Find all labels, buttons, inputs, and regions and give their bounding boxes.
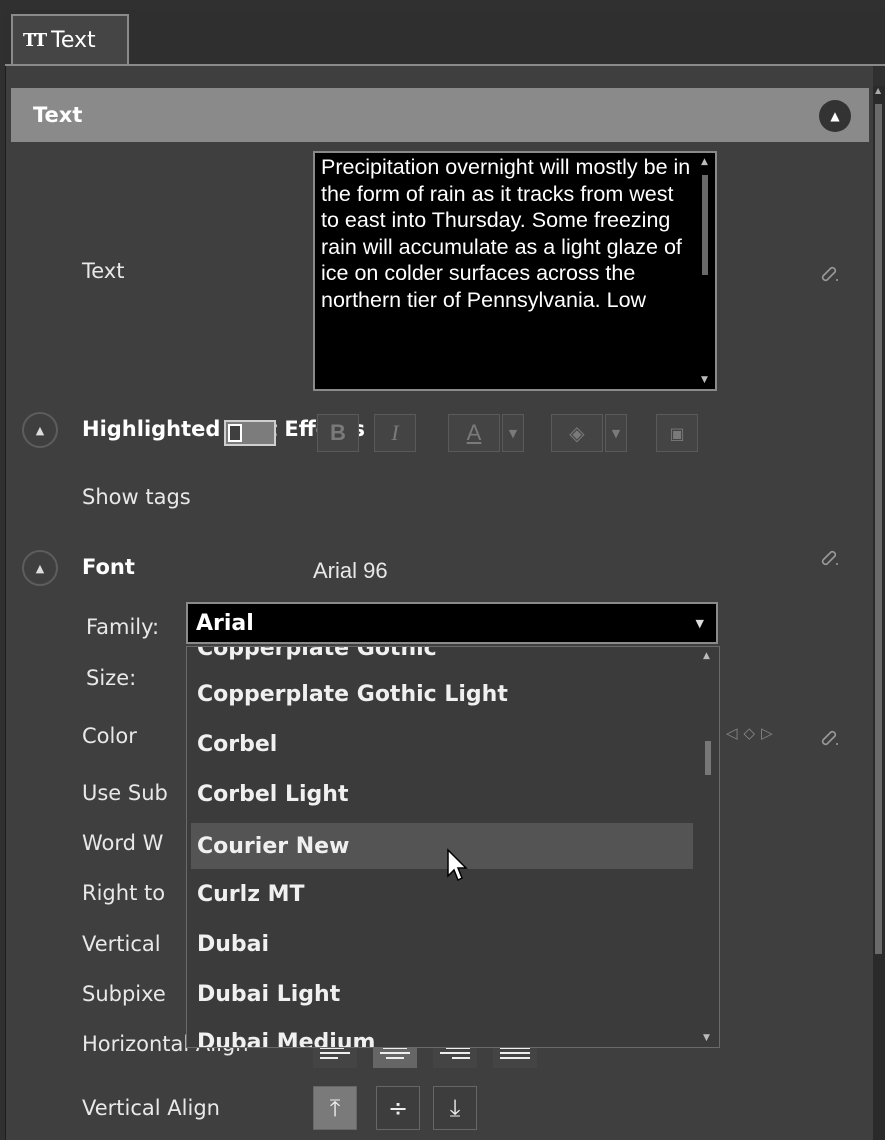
image-icon[interactable]: ▣ bbox=[656, 414, 698, 452]
font-color-button[interactable]: A bbox=[448, 414, 500, 452]
size-label: Size: bbox=[86, 666, 137, 690]
valign-top-button[interactable]: ⤒ bbox=[313, 1086, 357, 1130]
font-option[interactable]: Corbel Light bbox=[191, 771, 693, 817]
link-icon[interactable] bbox=[818, 261, 840, 283]
fill-color-icon[interactable]: ◈ bbox=[551, 414, 603, 452]
italic-button[interactable]: I bbox=[374, 414, 416, 452]
scroll-up-icon[interactable]: ▲ bbox=[875, 86, 881, 95]
text-type-icon: TT bbox=[23, 29, 47, 51]
font-family-value: Arial bbox=[196, 610, 254, 636]
section-header-text[interactable]: Text ▲ bbox=[11, 88, 869, 142]
keyframe-nav[interactable]: ◁◇▷ bbox=[726, 724, 779, 742]
show-tags-toggle[interactable] bbox=[224, 420, 276, 446]
font-option[interactable]: Dubai bbox=[191, 921, 693, 967]
use-sub-label: Use Sub bbox=[82, 781, 168, 805]
panel-scrollbar[interactable]: ▲ bbox=[873, 86, 885, 1140]
toggle-knob bbox=[228, 424, 242, 442]
font-family-dropdown[interactable]: Copperplate Gothic Copperplate Gothic Li… bbox=[186, 646, 720, 1048]
text-field-label: Text bbox=[82, 259, 125, 283]
text-input[interactable]: Precipitation overnight will mostly be i… bbox=[313, 151, 717, 391]
show-tags-label: Show tags bbox=[82, 485, 191, 509]
font-option[interactable]: Dubai Light bbox=[191, 971, 693, 1017]
chevron-down-icon[interactable]: ▼ bbox=[696, 617, 704, 630]
font-color-dropdown-icon[interactable]: ▼ bbox=[502, 414, 524, 452]
right-to-left-label: Right to bbox=[82, 881, 166, 905]
font-option[interactable]: Corbel bbox=[191, 721, 693, 767]
font-title: Font bbox=[82, 555, 135, 579]
scroll-up-icon[interactable]: ▲ bbox=[701, 157, 708, 167]
valign-middle-button[interactable]: ÷ bbox=[376, 1086, 420, 1130]
section-title: Text bbox=[33, 103, 83, 127]
font-link-icon[interactable] bbox=[818, 545, 840, 567]
vertical-align-label: Vertical Align bbox=[82, 1096, 220, 1120]
valign-bottom-button[interactable]: ⤓ bbox=[433, 1086, 477, 1130]
color-link-icon[interactable] bbox=[818, 725, 840, 747]
font-family-select[interactable]: Arial ▼ bbox=[186, 602, 718, 644]
color-label: Color bbox=[82, 724, 137, 748]
font-option[interactable]: Copperplate Gothic bbox=[191, 647, 693, 671]
subpixel-label: Subpixe bbox=[82, 982, 166, 1006]
word-wrap-label: Word W bbox=[82, 831, 164, 855]
font-option[interactable]: Copperplate Gothic Light bbox=[191, 671, 693, 717]
vertical-label: Vertical bbox=[82, 932, 161, 956]
family-label: Family: bbox=[86, 615, 160, 639]
collapse-font-icon[interactable]: ▲ bbox=[22, 550, 58, 586]
scroll-down-icon[interactable]: ▼ bbox=[703, 1033, 710, 1043]
fill-color-dropdown-icon[interactable]: ▼ bbox=[605, 414, 627, 452]
text-input-value[interactable]: Precipitation overnight will mostly be i… bbox=[315, 153, 715, 313]
scroll-thumb[interactable] bbox=[875, 104, 882, 954]
properties-panel: Text ▲ Text Precipitation overnight will… bbox=[5, 66, 873, 1140]
scroll-down-icon[interactable]: ▼ bbox=[701, 375, 708, 385]
scroll-thumb[interactable] bbox=[702, 175, 708, 275]
text-properties-window: TT Text Text ▲ Text Precipitation overni… bbox=[0, 0, 885, 1140]
font-option-hovered[interactable]: Courier New bbox=[191, 823, 693, 869]
tab-label: Text bbox=[51, 27, 96, 53]
collapse-icon[interactable]: ▲ bbox=[819, 100, 851, 132]
tab-text[interactable]: TT Text bbox=[11, 14, 129, 64]
mouse-cursor-icon bbox=[447, 848, 468, 882]
text-input-scrollbar[interactable]: ▲ ▼ bbox=[697, 153, 715, 389]
tab-bar: TT Text bbox=[5, 10, 885, 66]
scroll-up-icon[interactable]: ▲ bbox=[703, 651, 710, 661]
collapse-highlighted-icon[interactable]: ▲ bbox=[22, 412, 58, 448]
font-summary: Arial 96 bbox=[313, 558, 388, 583]
bold-button[interactable]: B bbox=[317, 414, 359, 452]
dropdown-scrollbar[interactable]: ▲ ▼ bbox=[699, 647, 717, 1047]
font-option[interactable]: Dubai Medium bbox=[191, 1019, 693, 1048]
scroll-thumb[interactable] bbox=[705, 741, 711, 775]
font-option[interactable]: Curlz MT bbox=[191, 871, 693, 917]
